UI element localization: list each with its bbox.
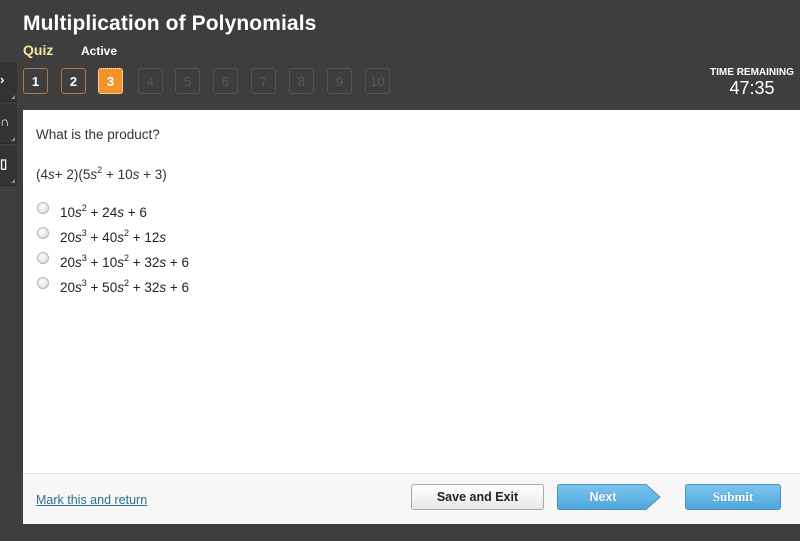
corner-resize-icon [11,95,15,99]
math-text: + 24 [86,205,118,220]
math-variable: s [117,230,124,245]
radio-button[interactable] [37,202,49,214]
arrow-right-icon: › [0,72,5,87]
math-text: (4 [36,167,49,182]
math-variable: s [159,230,167,245]
notepad-icon: ▯ [0,156,8,171]
question-nav-button: 10 [365,68,390,94]
question-nav-button[interactable]: 3 [98,68,123,94]
question-footer: Mark this and return Save and Exit Next … [23,473,800,524]
next-button[interactable]: Next [557,484,661,510]
timer-label: TIME REMAINING [710,67,794,78]
answer-option-text: 20s3 + 10s2 + 32s + 6 [60,254,190,271]
save-and-exit-button[interactable]: Save and Exit [411,484,544,510]
answer-option-text: 20s3 + 40s2 + 12s [60,229,167,246]
status-label: Active [81,44,118,58]
timer-value: 47:35 [729,78,775,98]
question-nav-button: 5 [175,68,200,94]
radio-button[interactable] [37,227,49,239]
math-variable: s [75,205,82,220]
math-text: + 10 [86,255,118,270]
answer-option[interactable]: 20s3 + 10s2 + 32s + 6 [37,248,189,273]
math-variable: s [117,280,124,295]
math-variable: s [75,255,82,270]
math-variable: s [117,255,124,270]
math-variable: s [48,167,55,182]
question-nav-button: 7 [251,68,276,94]
math-variable: s [75,280,82,295]
submit-button[interactable]: Submit [685,484,781,510]
math-text: 20 [60,230,76,245]
math-text: 20 [60,280,76,295]
math-text: 20 [60,255,76,270]
math-text: + 10 [102,167,133,182]
radio-button[interactable] [37,252,49,264]
math-text: + 6 [166,255,190,270]
question-prompt: What is the product? [36,127,160,142]
math-text: + 40 [86,230,118,245]
math-text: + 6 [123,205,147,220]
math-text: + 32 [128,255,160,270]
side-tab-notepad[interactable]: ▯ [0,146,17,186]
answer-option-text: 10s2 + 24s + 6 [60,204,147,221]
question-panel: What is the product? (4s+ 2)(5s2 + 10s +… [23,110,800,524]
side-tab-audio[interactable]: ∩ [0,104,17,144]
answer-option[interactable]: 20s3 + 40s2 + 12s [37,223,189,248]
answer-option-text: 20s3 + 50s2 + 32s + 6 [60,279,190,296]
question-nav-button: 9 [327,68,352,94]
math-text: + 12 [128,230,160,245]
corner-resize-icon [11,179,15,183]
next-button-label: Next [589,490,617,504]
mark-and-return-link[interactable]: Mark this and return [36,493,147,507]
answer-option[interactable]: 20s3 + 50s2 + 32s + 6 [37,273,189,298]
question-nav-button: 4 [138,68,163,94]
radio-button[interactable] [37,277,49,289]
math-text: 10 [60,205,76,220]
math-text: + 32 [128,280,160,295]
answer-options: 10s2 + 24s + 6 20s3 + 40s2 + 12s 20s3 + 10… [37,198,189,298]
question-nav-button: 8 [289,68,314,94]
headphones-icon: ∩ [0,114,10,129]
math-text: + 2)(5 [54,167,91,182]
question-nav-button[interactable]: 2 [61,68,86,94]
answer-option[interactable]: 10s2 + 24s + 6 [37,198,189,223]
math-variable: s [117,205,124,220]
side-tab-expand[interactable]: › [0,62,17,102]
math-text: + 3) [139,167,167,182]
corner-resize-icon [11,137,15,141]
math-variable: s [75,230,82,245]
question-nav-button: 6 [213,68,238,94]
page-title: Multiplication of Polynomials [23,12,317,35]
question-expression: (4s+ 2)(5s2 + 10s + 3) [36,166,167,183]
math-text: + 50 [86,280,118,295]
math-text: + 6 [166,280,190,295]
question-nav-button[interactable]: 1 [23,68,48,94]
activity-type-label: Quiz [23,42,54,58]
